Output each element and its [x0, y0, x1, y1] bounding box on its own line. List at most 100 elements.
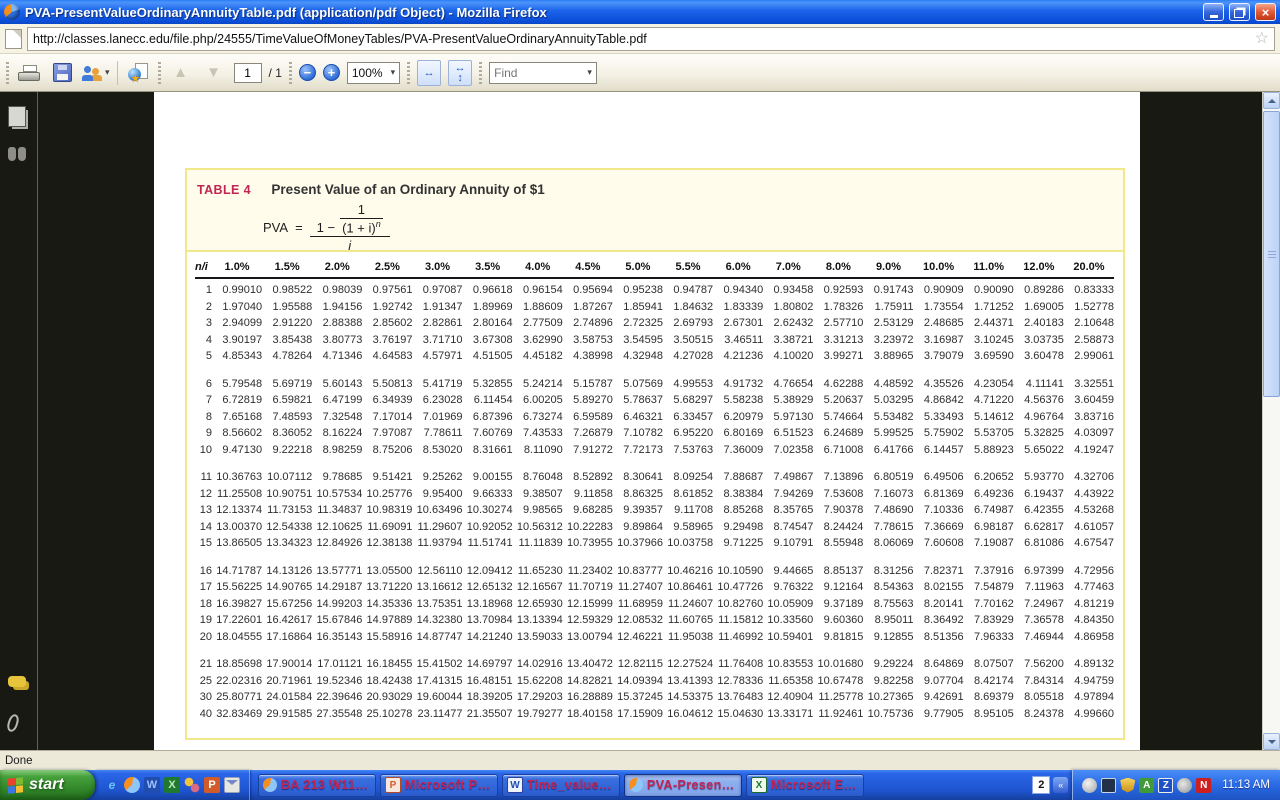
cell: 2.74896 [563, 315, 613, 332]
quicklaunch-mail-icon[interactable] [224, 777, 240, 793]
cell: 10.47726 [713, 579, 763, 596]
quicklaunch-excel-icon[interactable]: X [164, 777, 180, 793]
vertical-scrollbar[interactable] [1262, 92, 1280, 750]
cell: 4.61057 [1064, 519, 1114, 536]
start-button[interactable]: start [0, 770, 95, 800]
toolbar-grip[interactable] [289, 62, 292, 84]
cell: 0.93458 [763, 278, 813, 299]
cell: 3.03735 [1014, 332, 1064, 349]
taskbar-button-word-doc[interactable]: W Time_value_of_mo... [502, 774, 620, 797]
taskbar-button-pva-pdf-active[interactable]: PVA-PresentValue... [624, 774, 742, 797]
excel-icon: X [751, 777, 767, 793]
minimize-button[interactable] [1203, 3, 1224, 21]
cell: 4.97894 [1064, 689, 1114, 706]
pages-panel-icon[interactable] [8, 106, 26, 127]
create-pdf-online-button[interactable]: ★ [125, 59, 151, 87]
cell: 9.89864 [613, 519, 663, 536]
windows-flag-icon [8, 777, 23, 794]
scrollbar-thumb[interactable] [1263, 111, 1280, 397]
search-binoculars-icon[interactable] [8, 147, 28, 161]
formula-lhs: PVA [263, 220, 288, 235]
taskbar-button-ba213[interactable]: BA 213 W11 (Pasc... [258, 774, 376, 797]
tray-volume-icon[interactable] [1177, 778, 1192, 793]
fit-width-icon: ↔ [455, 63, 466, 73]
cell: 18.85698 [212, 656, 262, 673]
quicklaunch-powerpoint-icon[interactable]: P [204, 777, 220, 793]
cell: 0.90090 [964, 278, 1014, 299]
taskbar-group-badge[interactable]: 2 [1032, 776, 1050, 794]
cell: 4.27028 [663, 348, 713, 365]
collaborate-button[interactable]: ▾ [82, 59, 110, 87]
cell: 3.58753 [563, 332, 613, 349]
toolbar-grip[interactable] [407, 62, 410, 84]
next-page-button[interactable]: ▼ [201, 59, 227, 87]
zoom-in-button[interactable]: + [323, 64, 340, 81]
restore-button[interactable] [1229, 3, 1250, 21]
cell: 2.80164 [463, 315, 513, 332]
scroll-down-button[interactable] [1263, 733, 1280, 750]
scroll-up-button[interactable] [1263, 92, 1280, 109]
find-input[interactable] [490, 66, 583, 80]
cell: 8.85268 [713, 502, 763, 519]
cell: 17.15909 [613, 706, 663, 723]
cell: 14.71787 [212, 563, 262, 580]
zoom-level-dropdown[interactable]: 100% ▾ [347, 62, 400, 84]
column-header: 20.0% [1064, 261, 1114, 278]
cell: 8.98259 [312, 442, 362, 459]
taskbar-button-powerpoint[interactable]: P Microsoft PowerPo... [380, 774, 498, 797]
attachments-paperclip-icon[interactable] [5, 713, 20, 733]
quicklaunch-ie-icon[interactable]: e [104, 777, 120, 793]
cell: 13.34323 [262, 535, 312, 552]
cell: 5.65022 [1014, 442, 1064, 459]
fit-page-button[interactable]: ↔↕ [448, 60, 472, 86]
fit-width-button[interactable]: ↔ [417, 60, 441, 86]
comments-panel-icon[interactable] [8, 676, 26, 687]
quicklaunch-keys-icon[interactable] [184, 777, 200, 793]
cell: 14.90765 [262, 579, 312, 596]
cell: 17.01121 [312, 656, 362, 673]
previous-page-button[interactable]: ▲ [168, 59, 194, 87]
page-number-input[interactable] [234, 63, 262, 83]
cell: 16 [195, 563, 212, 580]
tray-collapse-chevron[interactable]: « [1053, 777, 1068, 793]
bookmark-star-icon[interactable]: ☆ [1255, 31, 1269, 47]
cell: 3.83716 [1064, 409, 1114, 426]
column-header: 6.0% [713, 261, 763, 278]
chevron-down-icon[interactable]: ▾ [583, 67, 596, 78]
site-page-icon[interactable] [5, 29, 22, 49]
tray-antivirus-icon[interactable]: A [1139, 778, 1154, 793]
cell: 5.41719 [412, 376, 462, 393]
quicklaunch-word-icon[interactable]: W [144, 777, 160, 793]
save-button[interactable] [49, 59, 75, 87]
toolbar-grip[interactable] [6, 62, 9, 84]
cell: 30 [195, 689, 212, 706]
cell: 15.67256 [262, 596, 312, 613]
tray-security-shield-icon[interactable] [1120, 778, 1135, 793]
cell: 8.76048 [513, 469, 563, 486]
taskbar-button-excel[interactable]: X Microsoft Excel - r... [746, 774, 864, 797]
cell: 7.26879 [563, 425, 613, 442]
cell: 11.25778 [813, 689, 863, 706]
print-button[interactable] [16, 59, 42, 87]
toolbar-grip[interactable] [158, 62, 161, 84]
cell: 14.32380 [412, 612, 462, 629]
tray-messenger-icon[interactable] [1082, 778, 1097, 793]
quicklaunch-firefox-icon[interactable] [124, 777, 140, 793]
tray-display-icon[interactable] [1101, 778, 1116, 793]
cell: 10.22283 [563, 519, 613, 536]
tray-norton-icon[interactable]: N [1196, 778, 1211, 793]
cell: 6.33457 [663, 409, 713, 426]
zoom-out-button[interactable]: − [299, 64, 316, 81]
cell: 9.07704 [914, 673, 964, 690]
cell: 10.59401 [763, 629, 813, 646]
cell: 4.19247 [1064, 442, 1114, 459]
close-button[interactable]: × [1255, 3, 1276, 21]
toolbar-grip[interactable] [479, 62, 482, 84]
cell: 7.37916 [964, 563, 1014, 580]
cell: 10.07112 [262, 469, 312, 486]
tray-zonealarm-icon[interactable]: Z [1158, 778, 1173, 793]
cell: 20 [195, 629, 212, 646]
table-row: 3025.8077124.0158422.3964620.9302919.600… [195, 689, 1114, 706]
cell: 8.53020 [412, 442, 462, 459]
url-field[interactable]: http://classes.lanecc.edu/file.php/24555… [27, 27, 1275, 51]
